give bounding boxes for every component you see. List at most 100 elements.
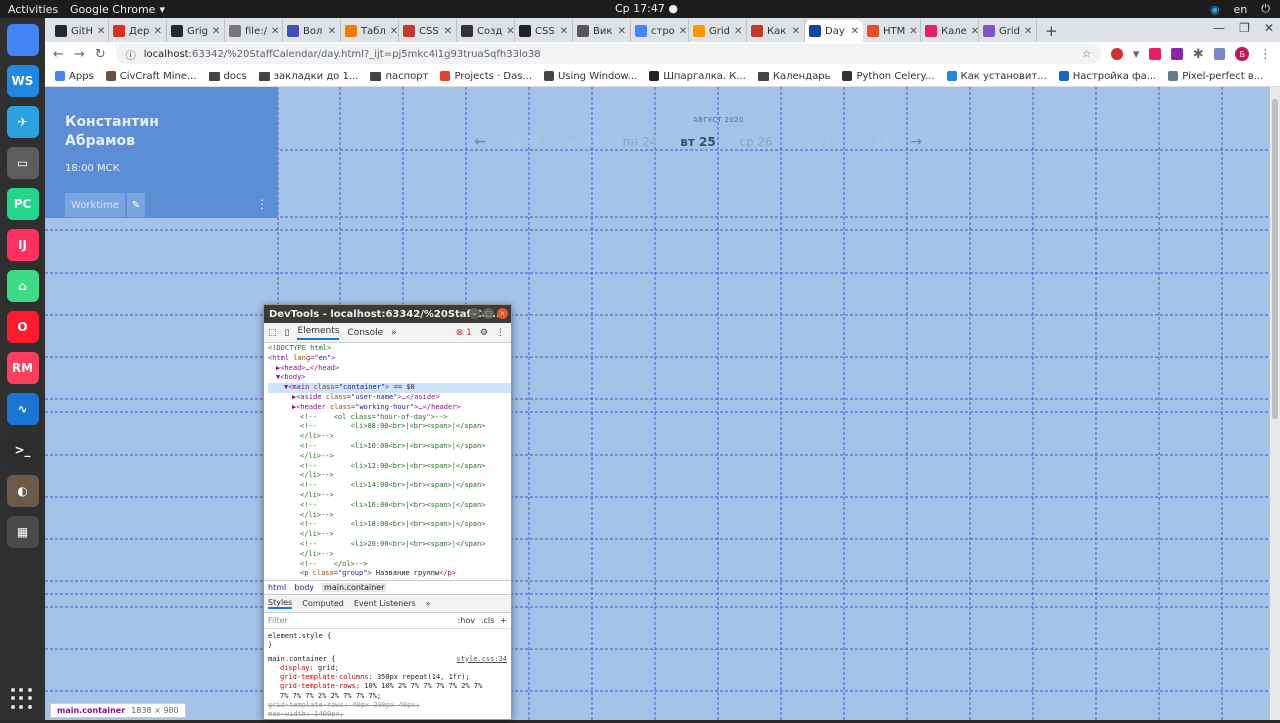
- telegram-tray-icon[interactable]: ◉: [1210, 3, 1220, 16]
- css-prop-value[interactable]: 7% 7% 7% 2% 2% 7% 7% 7%;: [280, 692, 381, 700]
- day-item[interactable]: вс 23: [553, 135, 611, 149]
- files-icon[interactable]: ▭: [6, 147, 39, 179]
- rubymine-icon[interactable]: RM: [6, 352, 39, 384]
- more-tabs-button[interactable]: »: [391, 328, 397, 338]
- css-prop-name[interactable]: display: [280, 664, 310, 672]
- tab-elements[interactable]: Elements: [297, 326, 340, 340]
- rule-source-link[interactable]: style.css:34: [456, 655, 507, 664]
- show-applications-icon[interactable]: [11, 688, 33, 710]
- chrome-icon[interactable]: [6, 24, 39, 56]
- dom-node[interactable]: <!DOCTYPE html>: [268, 344, 511, 354]
- back-icon[interactable]: ←: [53, 47, 64, 62]
- next-day-arrow-icon[interactable]: →: [901, 134, 931, 150]
- language-indicator[interactable]: en: [1234, 3, 1248, 16]
- css-declaration[interactable]: grid-template-rows: 10% 10% 2% 7% 7% 7% …: [268, 682, 507, 691]
- address-bar[interactable]: ⓘ localhost:63342/%20StaffCalendar/day.h…: [115, 44, 1102, 64]
- breadcrumb-item[interactable]: html: [268, 583, 286, 592]
- add-rule-button[interactable]: +: [500, 616, 507, 625]
- browser-tab[interactable]: Grig ✕: [167, 20, 225, 42]
- close-window-icon[interactable]: ✕: [1264, 21, 1274, 35]
- dom-node[interactable]: <!-- <li>08:00<br>|<br><span>|</span>: [268, 422, 511, 432]
- page-scrollbar[interactable]: [1270, 87, 1280, 720]
- browser-tab[interactable]: GitH ✕: [51, 20, 109, 42]
- devtools-minimize-icon[interactable]: –: [469, 308, 480, 319]
- browser-tab[interactable]: Вол ✕: [283, 20, 341, 42]
- css-declaration[interactable]: 7% 7% 7% 2% 2% 7% 7% 7%;: [268, 692, 507, 701]
- tab-close-icon[interactable]: ✕: [97, 26, 105, 37]
- bookmark-star-icon[interactable]: ☆: [1082, 49, 1091, 60]
- browser-tab[interactable]: Как ✕: [747, 20, 805, 42]
- dom-node[interactable]: <!-- <li>14:00<br>|<br><span>|</span>: [268, 481, 511, 491]
- dom-node[interactable]: ▼<body>: [268, 373, 511, 383]
- browser-tab[interactable]: Табл ✕: [341, 20, 399, 42]
- bookmark-item[interactable]: Как установит...: [946, 71, 1047, 82]
- opera-icon[interactable]: O: [6, 311, 39, 343]
- css-prop-value[interactable]: 10% 10% 2% 7% 7% 7% 7% 2% 7%: [364, 682, 482, 690]
- bookmark-item[interactable]: закладки до 1...: [258, 71, 358, 82]
- dom-node-selected[interactable]: ▼<main class="container"> == $0: [268, 383, 511, 393]
- bookmark-item[interactable]: Календарь: [757, 71, 830, 82]
- pencil-icon[interactable]: ✎: [126, 193, 145, 217]
- dom-node[interactable]: </li>-->: [268, 550, 511, 560]
- chrome-menu-icon[interactable]: ⋮: [1259, 47, 1272, 62]
- more-vert-icon[interactable]: ⋮: [256, 197, 268, 211]
- extensions-puzzle-icon[interactable]: ✱: [1193, 47, 1204, 62]
- bookmark-item[interactable]: Using Window...: [544, 71, 637, 82]
- disabled-prop-rows[interactable]: grid-template-rows: 40px 200px 40px;: [268, 701, 507, 710]
- styles-subtab[interactable]: »: [426, 599, 431, 608]
- reload-icon[interactable]: ↻: [95, 47, 106, 62]
- tab-close-icon[interactable]: ✕: [271, 26, 279, 37]
- worktime-button[interactable]: Worktime: [65, 193, 125, 217]
- day-item[interactable]: ср 26: [727, 135, 785, 149]
- dom-node[interactable]: </li>-->: [268, 530, 511, 540]
- dom-node[interactable]: <html lang="en">: [268, 354, 511, 364]
- disabled-prop-maxwidth[interactable]: max-width: 1400px;: [268, 710, 507, 719]
- info-icon[interactable]: ⓘ: [126, 47, 136, 62]
- webstorm-icon[interactable]: WS: [6, 65, 39, 97]
- bookmark-item[interactable]: Настройка фа...: [1058, 71, 1156, 82]
- opera-extension-icon[interactable]: [1111, 48, 1123, 60]
- error-count-badge[interactable]: ⊗ 1: [456, 328, 472, 338]
- day-item[interactable]: пн 24: [611, 135, 669, 149]
- hov-toggle[interactable]: :hov: [458, 616, 475, 625]
- system-tray[interactable]: ◉ en ⏻: [1210, 2, 1270, 16]
- profile-avatar[interactable]: Б: [1235, 47, 1250, 61]
- browser-tab[interactable]: Day ✕: [805, 20, 863, 42]
- styles-subtab[interactable]: Computed: [302, 599, 344, 608]
- activities-button[interactable]: Activities: [0, 3, 62, 16]
- dom-node[interactable]: <!-- <ol class="hour-of-day">-->: [268, 413, 511, 423]
- devtools-menu-icon[interactable]: ⋮: [496, 328, 505, 338]
- browser-tab[interactable]: CSS ✕: [515, 20, 573, 42]
- bookmark-item[interactable]: Projects · Das...: [440, 71, 532, 82]
- bookmark-item[interactable]: Pixel-perfect в...: [1168, 71, 1263, 82]
- device-toggle-icon[interactable]: ▯: [285, 328, 290, 338]
- devtools-titlebar[interactable]: DevTools - localhost:63342/%20StaffCal..…: [264, 305, 511, 323]
- tab-close-icon[interactable]: ✕: [444, 26, 452, 37]
- dom-node[interactable]: <!-- </ol>-->: [268, 560, 511, 570]
- minimize-icon[interactable]: —: [1213, 21, 1225, 35]
- cls-toggle[interactable]: .cls: [481, 616, 494, 625]
- dom-node[interactable]: </li>-->: [268, 452, 511, 462]
- dom-node[interactable]: <!-- <li>12:00<br>|<br><span>|</span>: [268, 462, 511, 472]
- tab-close-icon[interactable]: ✕: [851, 26, 859, 37]
- css-prop-name[interactable]: grid-template-rows: [280, 682, 356, 690]
- tab-console[interactable]: Console: [347, 328, 383, 338]
- tab-close-icon[interactable]: ✕: [734, 26, 742, 37]
- browser-tab[interactable]: HTM ✕: [863, 20, 921, 42]
- tab-close-icon[interactable]: ✕: [212, 26, 220, 37]
- dom-node[interactable]: ▶<aside class="user-name">…</aside>: [268, 393, 511, 403]
- tab-close-icon[interactable]: ✕: [506, 26, 514, 37]
- prev-day-arrow-icon[interactable]: ←: [465, 134, 495, 150]
- bookmark-item[interactable]: Apps: [55, 71, 94, 82]
- tab-close-icon[interactable]: ✕: [154, 26, 162, 37]
- pixel-extension-icon[interactable]: [1149, 48, 1162, 60]
- styles-subtab[interactable]: Styles: [268, 598, 293, 609]
- tab-close-icon[interactable]: ✕: [971, 26, 978, 37]
- bookmark-item[interactable]: Python Celery...: [842, 71, 935, 82]
- forward-icon[interactable]: →: [74, 47, 85, 62]
- css-rules-pane[interactable]: element.style { } main.container { style…: [264, 629, 511, 723]
- bookmark-item[interactable]: CivCraft Mine...: [105, 71, 197, 82]
- browser-tab[interactable]: Grid ✕: [979, 20, 1037, 42]
- day-item[interactable]: пт 28: [843, 135, 901, 149]
- dom-node[interactable]: </li>-->: [268, 511, 511, 521]
